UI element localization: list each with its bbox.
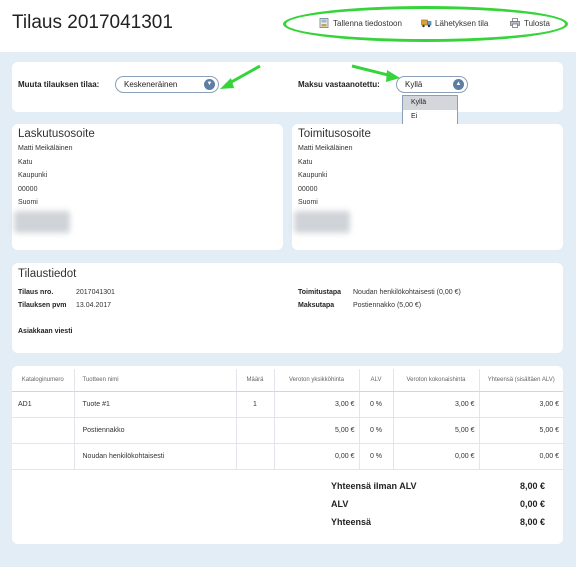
order-info-card: Tilaustiedot Tilaus nro. 2017041301 Tila…	[12, 263, 563, 353]
order-number-value: 2017041301	[76, 289, 115, 296]
items-table: Kataloginumero Tuotteen nimi Määrä Verot…	[12, 369, 563, 470]
payment-option-yes[interactable]: Kyllä	[403, 96, 457, 110]
redacted-area	[14, 211, 70, 233]
subtotal-label: Yhteensä ilman ALV	[331, 481, 417, 491]
shipping-address-title: Toimitusosoite	[298, 128, 371, 140]
table-row: Postiennakko 5,00 € 0 % 5,00 € 5,00 €	[12, 417, 563, 444]
total-price-cell: 3,00 €	[393, 391, 480, 418]
column-header: Määrä	[236, 369, 275, 392]
payment-received-select[interactable]: Kyllä ▲	[396, 76, 468, 93]
order-date-value: 13.04.2017	[76, 302, 112, 309]
catalog-number-cell	[12, 443, 75, 470]
grand-total-value: 8,00 €	[520, 517, 546, 527]
save-to-file-button[interactable]: Tallenna tiedostoon	[319, 18, 402, 28]
vat-total-label: ALV	[331, 499, 349, 509]
unit-price-cell: 5,00 €	[274, 417, 360, 444]
delivery-method-value: Noudan henkilökohtaisesti (0,00 €)	[353, 289, 461, 296]
total-incl-vat-cell: 0,00 €	[479, 443, 563, 470]
column-header: Kataloginumero	[12, 369, 75, 392]
unit-price-cell: 0,00 €	[274, 443, 360, 470]
product-name-cell: Noudan henkilökohtaisesti	[74, 443, 237, 470]
column-header: Yhteensä (sisältäen ALV)	[479, 369, 563, 392]
column-header: Tuotteen nimi	[74, 369, 237, 392]
billing-line: Katu	[18, 158, 33, 166]
total-incl-vat-cell: 3,00 €	[479, 391, 563, 418]
printer-icon	[510, 18, 520, 28]
save-to-file-label: Tallenna tiedostoon	[333, 18, 402, 28]
chevron-down-icon: ▼	[204, 79, 215, 90]
chevron-up-icon: ▲	[453, 79, 464, 90]
vat-cell: 0 %	[359, 443, 394, 470]
order-date-label: Tilauksen pvm	[18, 302, 67, 309]
payment-dropdown-menu: Kyllä Ei	[402, 95, 458, 126]
subtotal-value: 8,00 €	[520, 481, 546, 491]
payment-method-label: Maksutapa	[298, 302, 335, 309]
unit-price-cell: 3,00 €	[274, 391, 360, 418]
total-price-cell: 5,00 €	[393, 417, 480, 444]
grand-total-label: Yhteensä	[331, 517, 372, 527]
redacted-area	[294, 211, 350, 233]
billing-line: Matti Meikäläinen	[18, 145, 73, 152]
shipping-status-button[interactable]: Lähetyksen tila	[421, 18, 488, 28]
payment-method-value: Postiennakko (5,00 €)	[353, 302, 422, 309]
table-row: Noudan henkilökohtaisesti 0,00 € 0 % 0,0…	[12, 443, 563, 470]
quantity-cell: 1	[236, 391, 275, 418]
vat-cell: 0 %	[359, 417, 394, 444]
order-status-label: Muuta tilauksen tilaa:	[18, 80, 100, 89]
shipping-line: Kaupunki	[298, 172, 328, 179]
page-title: Tilaus 2017041301	[12, 12, 173, 33]
total-incl-vat-cell: 5,00 €	[479, 417, 563, 444]
vat-total-value: 0,00 €	[520, 499, 546, 509]
order-number-label: Tilaus nro.	[18, 289, 54, 296]
order-info-title: Tilaustiedot	[18, 268, 77, 280]
total-price-cell: 0,00 €	[393, 443, 480, 470]
order-status-select[interactable]: Keskeneräinen ▼	[115, 76, 219, 93]
customer-message-label: Asiakkaan viesti	[18, 328, 73, 335]
payment-option-no[interactable]: Ei	[403, 110, 457, 124]
shipping-line: 00000	[298, 185, 318, 193]
product-name-cell: Postiennakko	[74, 417, 237, 444]
payment-received-value: Kyllä	[405, 80, 423, 89]
vat-cell: 0 %	[359, 391, 394, 418]
column-header: ALV	[359, 369, 394, 392]
billing-address-title: Laskutusosoite	[18, 128, 95, 140]
billing-line: Kaupunki	[18, 172, 48, 179]
print-button[interactable]: Tulosta	[510, 18, 550, 28]
catalog-number-cell	[12, 417, 75, 444]
truck-icon	[421, 18, 432, 28]
quantity-cell	[236, 417, 275, 444]
shipping-line: Matti Meikäläinen	[298, 145, 353, 152]
print-label: Tulosta	[524, 18, 550, 28]
annotation-arrow-left	[220, 64, 261, 89]
annotation-arrow-right	[351, 64, 400, 82]
delivery-method-label: Toimitustapa	[298, 289, 342, 296]
catalog-number-cell: AD1	[12, 391, 75, 418]
column-header: Veroton yksikköhinta	[274, 369, 360, 392]
table-row: AD1 Tuote #1 1 3,00 € 0 % 3,00 € 3,00 €	[12, 391, 563, 418]
shipping-status-label: Lähetyksen tila	[435, 18, 489, 28]
shipping-line: Katu	[298, 158, 313, 166]
product-name-cell: Tuote #1	[74, 391, 237, 418]
order-status-value: Keskeneräinen	[124, 80, 178, 89]
save-file-icon	[319, 18, 329, 28]
table-header-row: Kataloginumero Tuotteen nimi Määrä Verot…	[12, 369, 563, 392]
billing-line: 00000	[18, 185, 38, 193]
quantity-cell	[236, 443, 275, 470]
column-header: Veroton kokonaishinta	[393, 369, 480, 392]
